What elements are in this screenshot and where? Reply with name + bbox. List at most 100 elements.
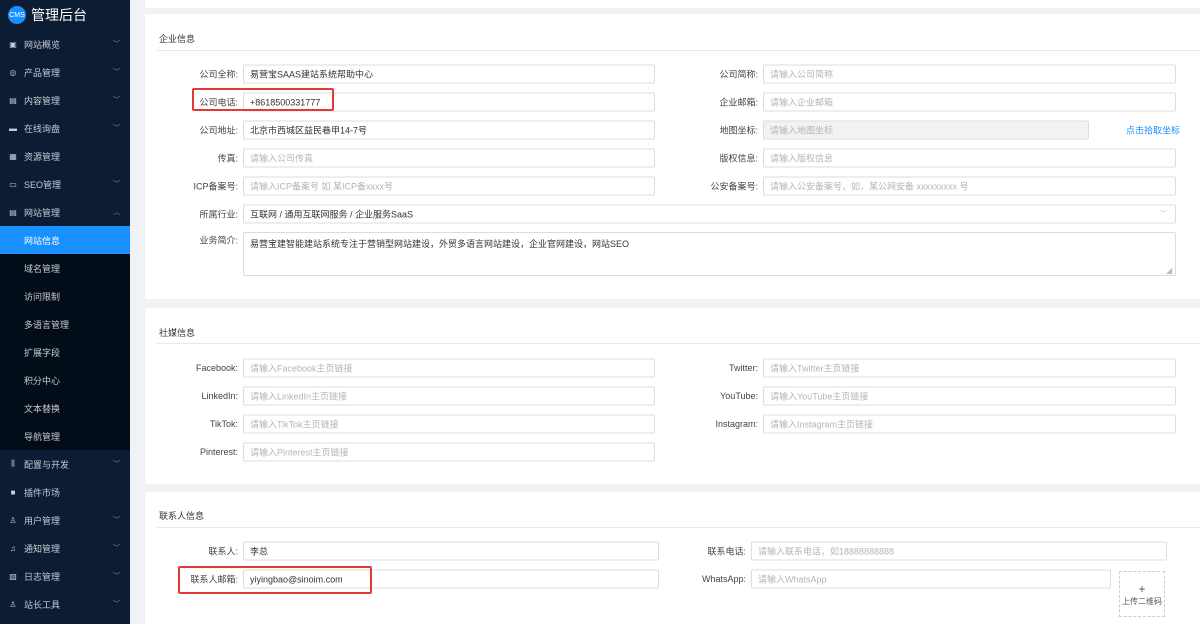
pinterest-input[interactable]: 请输入Pinterest主页链接 [243,442,655,462]
facebook-input[interactable]: 请输入Facebook主页链接 [243,358,655,378]
fax-input[interactable]: 请输入公司传真 [243,148,655,168]
sidebar-item-lock[interactable]: ■ 插件市场 [0,478,130,506]
police-label: 公安备案号: [710,181,758,192]
sidebar-item-label: 在线询盘 [24,123,61,134]
divider [157,343,1200,344]
sliders-icon: ⫼ [11,459,15,468]
chat-icon: ▬ [9,123,17,133]
full_name-input[interactable]: 易营宝SAAS建站系统帮助中心 [243,64,655,84]
tool-icon: ♙ [9,599,17,609]
sidebar-item-user[interactable]: ♙ 用户管理 ﹀ [0,506,130,534]
chevron-down-icon: ﹀ [113,545,120,552]
youtube-input[interactable]: 请输入YouTube主页链接 [763,386,1176,406]
linkedin-input[interactable]: 请输入LinkedIn主页链接 [243,386,655,406]
sidebar-item-log[interactable]: ▧ 日志管理 ﹀ [0,562,130,590]
upload-qrcode-button[interactable]: + 上传二维码 [1119,571,1165,617]
whatsapp-input[interactable]: 请输入WhatsApp [751,569,1111,589]
police-input[interactable]: 请输入公安备案号，如，某公网安备 xxxxxxxxx 号 [763,176,1176,196]
email-input[interactable]: 请输入企业邮箱 [763,92,1176,112]
industry-input[interactable]: 互联网 / 通用互联网服务 / 企业服务SaaS [243,204,1176,224]
whatsapp-label: WhatsApp: [701,574,746,584]
map-label: 地图坐标: [719,125,758,136]
cube-icon: ◎ [9,67,17,77]
sidebar-item-label: 配置与开发 [24,459,70,470]
copyright-label: 版权信息: [719,153,758,164]
instagram-label: Instagram: [715,419,758,429]
sidebar-item-label: 日志管理 [24,571,61,582]
name-input[interactable]: 李总 [243,541,659,561]
resize-handle-icon[interactable]: ◢ [1166,266,1172,275]
user-icon: ♙ [9,515,17,525]
address-input[interactable]: 北京市西城区益民巷甲14-7号 [243,120,655,140]
sidebar-item-sliders[interactable]: ⫼ 配置与开发 ﹀ [0,450,130,478]
pinterest-label: Pinterest: [199,447,238,457]
previous-card-bottom [145,0,1200,8]
site-icon: ▤ [9,207,17,217]
pick-coordinate-link[interactable]: 点击拾取坐标 [1126,124,1180,137]
highlight-box-email [178,566,372,594]
sidebar-item-label: 通知管理 [24,543,61,554]
sidebar-item-folder[interactable]: ▦ 资源管理 [0,142,130,170]
social-info-card: 社媒信息 Facebook: 请输入Facebook主页链接 Twitter: 请输入… [145,308,1200,484]
short_name-input[interactable]: 请输入公司简称 [763,64,1176,84]
cms-logo-icon: CMS [8,6,26,24]
chevron-down-icon: ﹀ [113,601,120,608]
submenu-item[interactable]: 积分中心 [0,366,130,394]
intro-label: 业务简介: [199,235,238,246]
instagram-input[interactable]: 请输入Instagram主页链接 [763,414,1176,434]
submenu-item[interactable]: 网站信息 [0,226,130,254]
log-icon: ▧ [9,571,17,581]
short_name-label: 公司简称: [719,69,758,80]
section-title: 联系人信息 [159,511,205,521]
name-label: 联系人: [208,546,238,557]
sidebar-item-document[interactable]: ▤ 内容管理 ﹀ [0,86,130,114]
sidebar-item-bell[interactable]: ♫ 通知管理 ﹀ [0,534,130,562]
sidebar-item-label: 用户管理 [24,515,61,526]
submenu-item[interactable]: 域名管理 [0,254,130,282]
submenu-item[interactable]: 访问限制 [0,282,130,310]
tiktok-label: TikTok: [209,419,238,429]
sidebar-item-monitor[interactable]: ▣ 网站概览 ﹀ [0,30,130,58]
submenu-item[interactable]: 导航管理 [0,422,130,450]
sidebar: CMS 管理后台 ▣ 网站概览 ﹀ ◎ 产品管理 ﹀ ▤ 内容管理 ﹀ ▬ 在线询盘 ﹀ ▦ 资源管理 ▭ S… [0,0,130,624]
sidebar-item-site[interactable]: ▤ 网站管理 ︿ [0,198,130,226]
sidebar-item-seo[interactable]: ▭ SEO管理 ﹀ [0,170,130,198]
twitter-input[interactable]: 请输入Twitter主页链接 [763,358,1176,378]
icp-input[interactable]: 请输入ICP备案号 如 某ICP备xxxx号 [243,176,655,196]
company-info-card: 企业信息 公司全称: 易营宝SAAS建站系统帮助中心 公司简称: 请输入公司简称 公司电… [145,14,1200,299]
submenu-item[interactable]: 文本替换 [0,394,130,422]
icp-label: ICP备案号: [193,181,238,192]
submenu-item[interactable]: 扩展字段 [0,338,130,366]
linkedin-label: LinkedIn: [201,391,238,401]
section-title: 社媒信息 [159,328,196,338]
plus-icon: + [1138,581,1146,596]
phone-input[interactable]: 请输入联系电话，如18888888888 [751,541,1167,561]
phone-label: 联系电话: [707,546,746,557]
facebook-label: Facebook: [195,363,238,373]
chevron-down-icon: ﹀ [113,125,120,132]
tiktok-input[interactable]: 请输入TikTok主页链接 [243,414,655,434]
copyright-input[interactable]: 请输入版权信息 [763,148,1176,168]
seo-icon: ▭ [9,179,17,189]
lock-icon: ■ [10,487,16,497]
fax-label: 传真: [217,153,238,164]
upload-label: 上传二维码 [1122,596,1162,606]
twitter-label: Twitter: [728,363,758,373]
intro-input[interactable]: 易营宝建智能建站系统专注于营销型网站建设，外贸多语言网站建设，企业官网建设，网站… [243,232,1176,276]
sidebar-item-cube[interactable]: ◎ 产品管理 ﹀ [0,58,130,86]
app-title: 管理后台 [31,7,87,23]
divider [157,50,1200,51]
sidebar-item-tool[interactable]: ♙ 站长工具 ﹀ [0,590,130,618]
chevron-down-icon: ﹀ [113,69,120,76]
sidebar-item-label: SEO管理 [24,179,62,190]
sidebar-item-label: 插件市场 [24,487,61,498]
contact-info-card: 联系人信息 联系人: 李总 联系电话: 请输入联系电话，如18888888888 联系人… [145,492,1200,624]
map-input[interactable]: 请输入地图坐标 [763,120,1089,140]
chevron-down-icon: ﹀ [113,461,120,468]
youtube-label: YouTube: [720,391,758,401]
section-title: 企业信息 [159,34,196,44]
submenu-item[interactable]: 多语言管理 [0,310,130,338]
document-icon: ▤ [9,95,17,105]
sidebar-item-chat[interactable]: ▬ 在线询盘 ﹀ [0,114,130,142]
sidebar-item-label: 内容管理 [24,95,61,106]
